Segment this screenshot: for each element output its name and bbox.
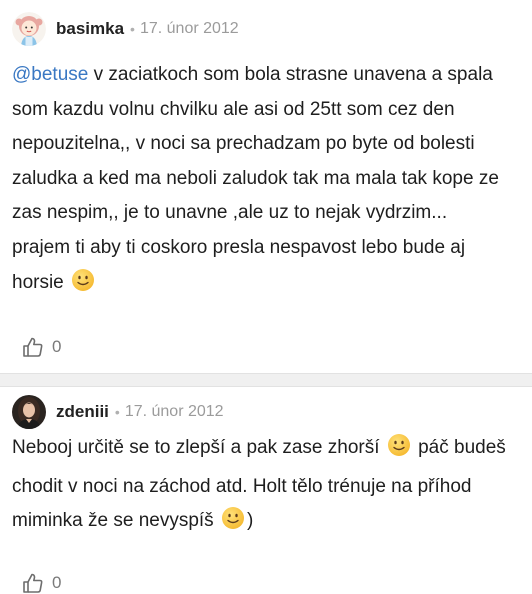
- smiley-emoji-icon: [71, 268, 95, 305]
- post-divider: [0, 373, 532, 387]
- comment-body: Nebooj určitě se to zlepší a pak zase zh…: [12, 431, 520, 543]
- post-date: 17. únor 2012: [124, 403, 224, 420]
- comment-text: v zaciatkoch som bola strasne unavena a …: [12, 64, 499, 224]
- thumbs-up-icon: [23, 573, 43, 593]
- like-count: 0: [52, 573, 62, 592]
- photo-avatar-icon: [12, 395, 46, 429]
- comment-header: basimka • 17. únor 2012: [12, 10, 239, 48]
- mention-link[interactable]: @betuse: [12, 64, 88, 85]
- meta-separator: •: [114, 404, 120, 420]
- like-button[interactable]: 0: [22, 572, 61, 594]
- avatar[interactable]: [12, 12, 46, 46]
- smiley-emoji-icon: [221, 506, 245, 543]
- comment-post: basimka • 17. únor 2012 @betuse v zaciat…: [0, 0, 532, 373]
- post-date: 17. únor 2012: [139, 20, 239, 37]
- smiley-emoji-icon: [387, 433, 411, 470]
- username[interactable]: zdeniii: [56, 402, 109, 422]
- comment-body: @betuse v zaciatkoch som bola strasne un…: [12, 58, 520, 304]
- comment-header: zdeniii • 17. únor 2012: [12, 393, 224, 431]
- username[interactable]: basimka: [56, 19, 124, 39]
- thumbs-up-icon: [23, 337, 43, 357]
- like-count: 0: [52, 337, 62, 356]
- doll-avatar-icon: [12, 12, 46, 46]
- comment-post: zdeniii • 17. únor 2012 Nebooj určitě se…: [0, 387, 532, 594]
- avatar[interactable]: [12, 395, 46, 429]
- meta-separator: •: [130, 21, 135, 37]
- comment-text: Nebooj určitě se to zlepší a pak zase zh…: [12, 437, 385, 458]
- comment-text: ): [246, 510, 254, 532]
- like-button[interactable]: 0: [22, 336, 61, 358]
- comment-feed: basimka • 17. únor 2012 @betuse v zaciat…: [0, 0, 532, 594]
